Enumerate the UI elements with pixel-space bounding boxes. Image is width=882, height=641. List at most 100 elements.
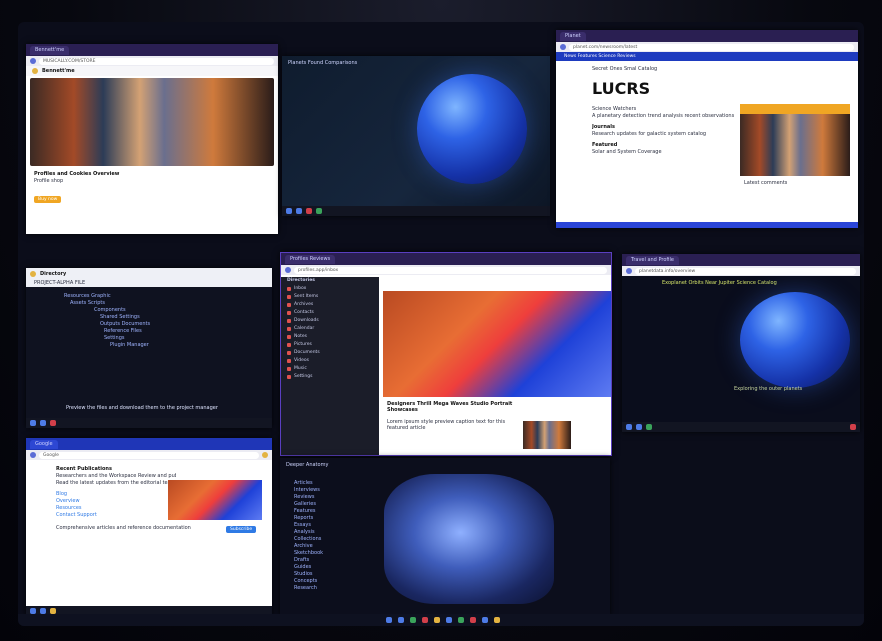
sidebar-item[interactable]: Pictures bbox=[281, 341, 379, 349]
tab-music[interactable]: Bennett'me bbox=[30, 45, 70, 55]
list-item[interactable]: Essays bbox=[294, 522, 323, 529]
tree-item[interactable]: Outputs Documents bbox=[64, 321, 272, 328]
taskbar-icon[interactable] bbox=[636, 424, 642, 430]
list-item[interactable]: Drafts bbox=[294, 557, 323, 564]
search-bar: Google bbox=[26, 450, 272, 460]
sidebar-item[interactable]: Downloads bbox=[281, 317, 379, 325]
feature-card[interactable] bbox=[740, 104, 850, 176]
directory-window[interactable]: Directory PROJECT-ALPHA FILE Resources G… bbox=[26, 268, 272, 428]
browser-window-music[interactable]: Bennett'me MUSICALLY.COM/STORE Bennett'm… bbox=[26, 44, 278, 234]
tree-item[interactable]: Shared Settings bbox=[64, 314, 272, 321]
search-input[interactable]: Google bbox=[39, 451, 259, 459]
tab-google[interactable]: Google bbox=[30, 439, 58, 449]
back-icon[interactable] bbox=[626, 268, 632, 274]
store-icon[interactable] bbox=[458, 617, 464, 623]
site-nav[interactable]: News Features Science Reviews bbox=[556, 52, 858, 61]
promo-image bbox=[168, 480, 262, 520]
sidebar-item[interactable]: Music bbox=[281, 365, 379, 373]
avatar[interactable] bbox=[262, 452, 268, 458]
url-input[interactable]: MUSICALLY.COM/STORE bbox=[39, 57, 274, 65]
taskbar-icon[interactable] bbox=[40, 420, 46, 426]
anatomy-window[interactable]: Deeper Anatomy Articles Interviews Revie… bbox=[280, 458, 610, 616]
map-title: Planets Found Comparisons bbox=[288, 60, 358, 66]
article-sub: Profile shop bbox=[34, 178, 64, 184]
sidebar-item[interactable]: Archives bbox=[281, 301, 379, 309]
buy-button[interactable]: Buy now bbox=[34, 196, 62, 203]
media-icon[interactable] bbox=[470, 617, 476, 623]
sidebar-item[interactable]: Notes bbox=[281, 333, 379, 341]
google-window[interactable]: Google Google Recent Publications Resear… bbox=[26, 438, 272, 616]
chrome-icon[interactable] bbox=[410, 617, 416, 623]
sidebar-item[interactable]: Videos bbox=[281, 357, 379, 365]
back-icon[interactable] bbox=[30, 58, 36, 64]
url-input[interactable]: planet.com/newsroom/latest bbox=[569, 43, 854, 51]
sidebar-item[interactable]: Settings bbox=[281, 373, 379, 381]
page-title: Recent Publications bbox=[56, 466, 112, 472]
taskbar-icon[interactable] bbox=[286, 208, 292, 214]
tree-item[interactable]: Settings bbox=[64, 335, 272, 342]
list-item[interactable]: Features bbox=[294, 508, 323, 515]
sidebar-title: Directories bbox=[287, 278, 315, 283]
list-item[interactable]: Galleries bbox=[294, 501, 323, 508]
url-input[interactable]: planetdata.info/overview bbox=[635, 267, 856, 275]
settings-icon[interactable] bbox=[482, 617, 488, 623]
planet-window[interactable]: Travel and Profile planetdata.info/overv… bbox=[622, 254, 860, 432]
tree-item[interactable]: Components bbox=[64, 307, 272, 314]
list-item[interactable]: Reviews bbox=[294, 494, 323, 501]
sidebar-item[interactable]: Contacts bbox=[281, 309, 379, 317]
news-window[interactable]: Planet planet.com/newsroom/latest News F… bbox=[556, 30, 858, 228]
site-logo-icon bbox=[32, 68, 38, 74]
address-bar: profiles.app/inbox bbox=[281, 265, 611, 275]
tree-item[interactable]: Reference Files bbox=[64, 328, 272, 335]
search-icon[interactable] bbox=[398, 617, 404, 623]
tab-travel[interactable]: Travel and Profile bbox=[626, 255, 679, 265]
taskbar-icon[interactable] bbox=[626, 424, 632, 430]
list-item[interactable]: Sketchbook bbox=[294, 550, 323, 557]
photos-icon[interactable] bbox=[494, 617, 500, 623]
planet-globe bbox=[740, 292, 850, 388]
taskbar-icon[interactable] bbox=[850, 424, 856, 430]
list-item[interactable]: Interviews bbox=[294, 487, 323, 494]
article-thumb[interactable] bbox=[523, 421, 571, 449]
tab-news[interactable]: Planet bbox=[560, 31, 586, 41]
list-item[interactable]: Archive bbox=[294, 543, 323, 550]
list-item[interactable]: Articles bbox=[294, 480, 323, 487]
folder-icon[interactable] bbox=[434, 617, 440, 623]
subscribe-button[interactable]: Subscribe bbox=[226, 526, 257, 533]
taskbar-icon[interactable] bbox=[646, 424, 652, 430]
back-icon[interactable] bbox=[285, 267, 291, 273]
tree-item[interactable]: Plugin Manager bbox=[64, 342, 272, 349]
taskbar-icon[interactable] bbox=[306, 208, 312, 214]
article-window[interactable]: Profiles Reviews profiles.app/inbox Dire… bbox=[280, 252, 612, 456]
mail-icon[interactable] bbox=[422, 617, 428, 623]
list-item[interactable]: Collections bbox=[294, 536, 323, 543]
sidebar-item[interactable]: Documents bbox=[281, 349, 379, 357]
list-item[interactable]: Guides bbox=[294, 564, 323, 571]
footer-bar bbox=[556, 222, 858, 228]
sidebar-item[interactable]: Sent Items bbox=[281, 293, 379, 301]
footer-text: Exploring the outer planets bbox=[734, 386, 803, 392]
sidebar-item[interactable]: Calendar bbox=[281, 325, 379, 333]
tab-bar: Travel and Profile bbox=[622, 254, 860, 266]
sidebar-item[interactable]: Inbox bbox=[281, 285, 379, 293]
tab-profiles[interactable]: Profiles Reviews bbox=[285, 254, 336, 264]
browser-icon[interactable] bbox=[446, 617, 452, 623]
tab-bar: Bennett'me bbox=[26, 44, 278, 56]
list-item[interactable]: Concepts bbox=[294, 578, 323, 585]
tree-item[interactable]: Assets Scripts bbox=[64, 300, 272, 307]
taskbar-icon[interactable] bbox=[296, 208, 302, 214]
list-item[interactable]: Reports bbox=[294, 515, 323, 522]
taskbar-icon[interactable] bbox=[50, 420, 56, 426]
list-item[interactable]: Studios bbox=[294, 571, 323, 578]
start-icon[interactable] bbox=[386, 617, 392, 623]
taskbar-icon[interactable] bbox=[30, 420, 36, 426]
map-window[interactable]: Planets Found Comparisons bbox=[282, 56, 550, 216]
taskbar bbox=[26, 418, 272, 428]
list-item[interactable]: Research bbox=[294, 585, 323, 592]
back-icon[interactable] bbox=[560, 44, 566, 50]
url-input[interactable]: profiles.app/inbox bbox=[294, 266, 607, 274]
taskbar-icon[interactable] bbox=[316, 208, 322, 214]
list-item[interactable]: Analysis bbox=[294, 529, 323, 536]
google-logo-icon bbox=[30, 452, 36, 458]
tree-item[interactable]: Resources Graphic bbox=[64, 293, 272, 300]
